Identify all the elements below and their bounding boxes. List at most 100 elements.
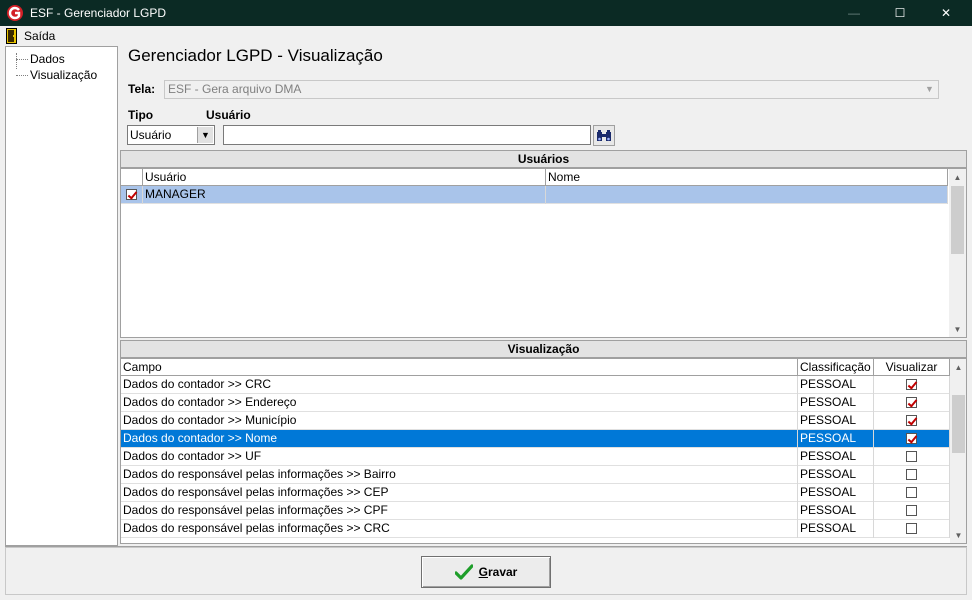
window-title: ESF - Gerenciador LGPD — [30, 6, 167, 20]
check-icon — [454, 564, 473, 580]
table-row[interactable]: Dados do contador >> UF PESSOAL — [121, 448, 950, 466]
view-cell-visualizar — [874, 394, 950, 412]
view-cell-visualizar — [874, 502, 950, 520]
usuario-input[interactable] — [223, 125, 591, 145]
users-grid-indicator-header — [121, 169, 143, 186]
view-cell-classificacao: PESSOAL — [798, 412, 874, 430]
view-cell-campo: Dados do responsável pelas informações >… — [121, 502, 798, 520]
view-cell-campo: Dados do responsável pelas informações >… — [121, 520, 798, 538]
tree-item-label: Dados — [30, 52, 65, 66]
scroll-down-icon[interactable]: ▼ — [949, 321, 966, 337]
minimize-icon: — — [848, 6, 860, 20]
view-col-visualizar[interactable]: Visualizar — [874, 359, 950, 376]
row-checkbox-cell — [121, 186, 143, 204]
visualizar-checkbox[interactable] — [906, 397, 917, 408]
view-cell-visualizar — [874, 430, 950, 448]
page-title: Gerenciador LGPD - Visualização — [128, 46, 383, 65]
users-cell-usuario: MANAGER — [143, 186, 546, 204]
maximize-button[interactable]: ☐ — [877, 0, 923, 26]
binoculars-icon — [597, 129, 611, 141]
exit-menu-item[interactable]: Saída — [6, 27, 55, 45]
view-cell-campo: Dados do responsável pelas informações >… — [121, 466, 798, 484]
tela-select: ESF - Gera arquivo DMA ▼ — [164, 80, 939, 99]
visualizar-checkbox[interactable] — [906, 433, 917, 444]
view-section-header: Visualização — [120, 340, 967, 358]
exit-door-icon — [6, 28, 17, 44]
title-bar: ESF - Gerenciador LGPD — ☐ ✕ — [0, 0, 972, 26]
save-button-label: Gravar — [479, 565, 518, 579]
tela-value: ESF - Gera arquivo DMA — [168, 82, 302, 96]
view-cell-classificacao: PESSOAL — [798, 484, 874, 502]
tela-label: Tela: — [128, 82, 156, 96]
view-col-classificacao[interactable]: Classificação — [798, 359, 874, 376]
visualizar-checkbox[interactable] — [906, 451, 917, 462]
scrollbar-thumb[interactable] — [952, 395, 965, 453]
view-cell-campo: Dados do contador >> CRC — [121, 376, 798, 394]
scroll-up-icon[interactable]: ▲ — [950, 359, 966, 375]
view-cell-visualizar — [874, 448, 950, 466]
visualizar-checkbox[interactable] — [906, 379, 917, 390]
tree-branch — [16, 75, 28, 76]
view-cell-campo: Dados do contador >> Município — [121, 412, 798, 430]
scrollbar-thumb[interactable] — [951, 186, 964, 254]
search-user-button[interactable] — [593, 125, 615, 146]
tree-branch — [16, 59, 28, 60]
save-label-rest: ravar — [487, 565, 518, 579]
users-scrollbar[interactable]: ▲ ▼ — [949, 169, 966, 337]
tree-item-label: Visualização — [30, 68, 98, 82]
tipo-select[interactable]: Usuário ▼ — [127, 125, 215, 145]
view-col-campo[interactable]: Campo — [121, 359, 798, 376]
table-row[interactable]: Dados do contador >> CRC PESSOAL — [121, 376, 950, 394]
table-row[interactable]: Dados do contador >> Nome PESSOAL — [121, 430, 950, 448]
view-cell-classificacao: PESSOAL — [798, 466, 874, 484]
tree-connector — [16, 53, 17, 69]
view-cell-classificacao: PESSOAL — [798, 520, 874, 538]
navigation-tree: Dados Visualização — [5, 46, 118, 546]
users-grid: Usuário Nome MANAGER ▲ ▼ — [120, 168, 967, 338]
visualizar-checkbox[interactable] — [906, 469, 917, 480]
users-col-nome[interactable]: Nome — [546, 169, 948, 186]
row-checkbox[interactable] — [126, 189, 137, 200]
save-button[interactable]: Gravar — [421, 556, 551, 588]
visualizar-checkbox[interactable] — [906, 415, 917, 426]
table-row[interactable]: Dados do responsável pelas informações >… — [121, 502, 950, 520]
view-cell-visualizar — [874, 484, 950, 502]
users-cell-nome — [546, 186, 948, 204]
view-cell-classificacao: PESSOAL — [798, 376, 874, 394]
close-icon: ✕ — [940, 6, 952, 20]
close-button[interactable]: ✕ — [923, 0, 969, 26]
view-cell-campo: Dados do contador >> Endereço — [121, 394, 798, 412]
exit-menu-label: Saída — [24, 29, 56, 43]
visualizar-checkbox[interactable] — [906, 505, 917, 516]
visualizar-checkbox[interactable] — [906, 523, 917, 534]
view-cell-classificacao: PESSOAL — [798, 430, 874, 448]
table-row[interactable]: Dados do responsável pelas informações >… — [121, 466, 950, 484]
tipo-label: Tipo — [128, 108, 154, 122]
view-cell-campo: Dados do contador >> UF — [121, 448, 798, 466]
view-scrollbar[interactable]: ▲ ▼ — [950, 359, 966, 543]
chevron-down-icon: ▼ — [197, 127, 213, 143]
table-row[interactable]: MANAGER — [121, 186, 948, 204]
view-cell-visualizar — [874, 376, 950, 394]
scroll-down-icon[interactable]: ▼ — [950, 527, 966, 543]
view-cell-visualizar — [874, 412, 950, 430]
view-grid: Campo Classificação Visualizar Dados do … — [120, 358, 967, 544]
view-cell-campo: Dados do contador >> Nome — [121, 430, 798, 448]
usuario-label: Usuário — [206, 108, 251, 122]
visualizar-checkbox[interactable] — [906, 487, 917, 498]
table-row[interactable]: Dados do contador >> Município PESSOAL — [121, 412, 950, 430]
scroll-up-icon[interactable]: ▲ — [949, 169, 966, 185]
menu-bar: Saída — [0, 26, 972, 46]
view-cell-classificacao: PESSOAL — [798, 502, 874, 520]
table-row[interactable]: Dados do responsável pelas informações >… — [121, 484, 950, 502]
save-accelerator: G — [478, 565, 488, 579]
view-cell-classificacao: PESSOAL — [798, 448, 874, 466]
users-section-header: Usuários — [120, 150, 967, 168]
table-row[interactable]: Dados do contador >> Endereço PESSOAL — [121, 394, 950, 412]
table-row[interactable]: Dados do responsável pelas informações >… — [121, 520, 950, 538]
minimize-button[interactable]: — — [831, 0, 877, 26]
users-col-usuario[interactable]: Usuário — [143, 169, 546, 186]
view-cell-campo: Dados do responsável pelas informações >… — [121, 484, 798, 502]
maximize-icon: ☐ — [894, 6, 906, 20]
chevron-down-icon: ▼ — [925, 84, 934, 94]
